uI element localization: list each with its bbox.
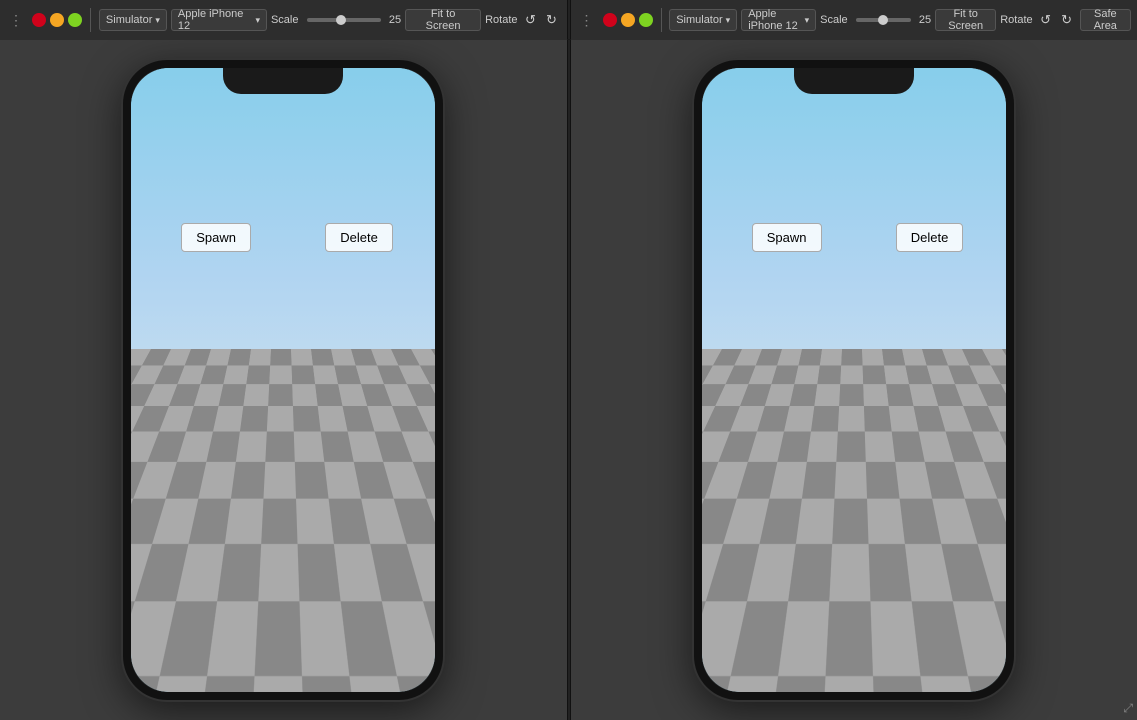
left-window-drag: ⋮ <box>6 12 26 29</box>
joystick-up-icon-r: ▲ <box>849 594 859 605</box>
joystick-left-icon-r: ◀ <box>830 613 838 624</box>
delete-button-right[interactable]: Delete <box>896 223 964 252</box>
scene-right: Spawn Delete ▲ ▼ <box>702 68 1006 692</box>
fit-to-screen-button-right[interactable]: Fit to Screen <box>935 9 996 31</box>
scale-value-left: 25 <box>389 14 401 26</box>
delete-button-left[interactable]: Delete <box>325 223 393 252</box>
expand-icon[interactable]: ⤢ <box>1123 701 1133 716</box>
scale-slider-right[interactable] <box>856 18 911 22</box>
rotate-cw-icon-left[interactable]: ↻ <box>543 11 561 29</box>
character2-right <box>892 417 910 454</box>
scene-left: Spawn Delete ▲ ▼ <box>131 68 435 692</box>
character2-left <box>321 417 339 454</box>
phone-screen-right[interactable]: Spawn Delete ▲ ▼ <box>702 68 1006 692</box>
fit-to-screen-button-left[interactable]: Fit to Screen <box>405 9 481 31</box>
joystick-down-icon: ▼ <box>278 631 288 642</box>
simulator-label-right: Simulator <box>676 14 722 26</box>
scale-label-right: Scale <box>820 14 848 26</box>
simulator-dropdown-left[interactable]: Simulator <box>99 9 167 31</box>
joystick-down-icon-r: ▼ <box>849 631 859 642</box>
rotate-ccw-icon-right[interactable]: ↺ <box>1037 11 1055 29</box>
character1-right <box>854 415 870 450</box>
phone-notch-right <box>794 68 914 94</box>
divider-2 <box>661 8 662 32</box>
safe-area-button[interactable]: Safe Area <box>1080 9 1131 31</box>
joystick-left-icon: ◀ <box>259 613 267 624</box>
device-label-right: Apple iPhone 12 <box>748 8 801 32</box>
rotate-label-right: Rotate <box>1000 14 1032 26</box>
device-label-left: Apple iPhone 12 <box>178 8 253 32</box>
phone-screen-left[interactable]: Spawn Delete ▲ ▼ <box>131 68 435 692</box>
scale-label-left: Scale <box>271 14 299 26</box>
simulator-panel-left: Spawn Delete ▲ ▼ <box>0 40 567 720</box>
simulator-label-left: Simulator <box>106 14 152 26</box>
right-window-drag: ⋮ <box>577 12 597 29</box>
phone-notch-left <box>223 68 343 94</box>
scale-value-right: 25 <box>919 14 931 26</box>
simulator-dropdown-right[interactable]: Simulator <box>669 9 737 31</box>
joystick-up-icon: ▲ <box>278 594 288 605</box>
character1-left <box>283 415 299 450</box>
joystick-left[interactable]: ▲ ▼ ◀ ▶ <box>257 592 309 644</box>
left-maximize-button[interactable] <box>68 13 82 27</box>
phone-frame-left: Spawn Delete ▲ ▼ <box>123 60 443 700</box>
left-minimize-button[interactable] <box>50 13 64 27</box>
right-minimize-button[interactable] <box>621 13 635 27</box>
scale-slider-left[interactable] <box>307 18 381 22</box>
right-close-button[interactable] <box>603 13 617 27</box>
left-close-button[interactable] <box>32 13 46 27</box>
joystick-right[interactable]: ▲ ▼ ◀ ▶ <box>828 592 880 644</box>
rotate-label-left: Rotate <box>485 14 517 26</box>
phone-frame-right: Spawn Delete ▲ ▼ <box>694 60 1014 700</box>
rotate-cw-icon-right[interactable]: ↻ <box>1058 11 1076 29</box>
device-dropdown-left[interactable]: Apple iPhone 12 <box>171 9 267 31</box>
device-dropdown-right[interactable]: Apple iPhone 12 <box>741 9 816 31</box>
spawn-button-right[interactable]: Spawn <box>752 223 822 252</box>
right-maximize-button[interactable] <box>639 13 653 27</box>
divider-1 <box>90 8 91 32</box>
joystick-right-icon-r: ▶ <box>870 613 878 624</box>
spawn-button-left[interactable]: Spawn <box>181 223 251 252</box>
joystick-right-icon: ▶ <box>300 613 308 624</box>
simulator-panel-right: Spawn Delete ▲ ▼ <box>571 40 1137 720</box>
rotate-ccw-icon-left[interactable]: ↺ <box>522 11 540 29</box>
